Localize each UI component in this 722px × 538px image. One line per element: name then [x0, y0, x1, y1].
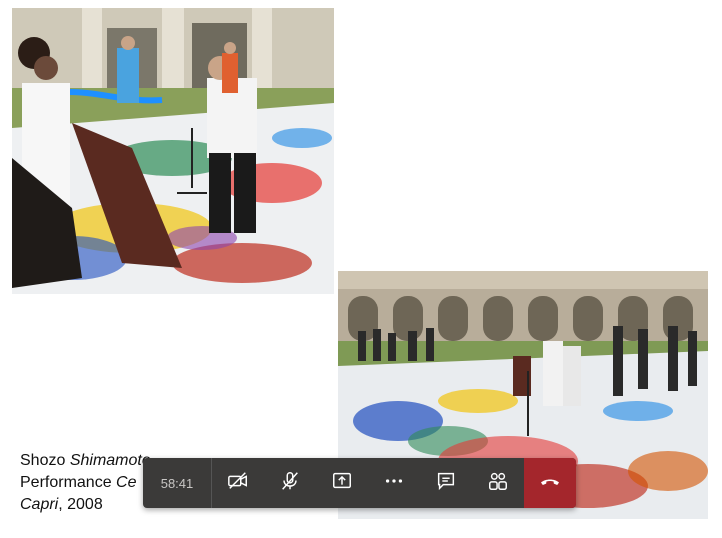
artist-first-name: Shozo	[20, 452, 70, 469]
artist-last-name: Shimamoto	[69, 452, 151, 469]
participants-icon	[487, 470, 509, 497]
camera-off-icon	[227, 470, 249, 497]
more-options-button[interactable]	[368, 458, 420, 508]
chat-button[interactable]	[420, 458, 472, 508]
caption-work-prefix: Performance	[20, 474, 117, 491]
photo-performer-cello	[12, 8, 334, 294]
performance-photo-top	[12, 8, 334, 294]
call-control-bar: 58:41	[143, 458, 576, 508]
caption-work-title: Ce	[116, 474, 137, 491]
chat-icon	[435, 470, 457, 497]
mic-toggle-button[interactable]	[264, 458, 316, 508]
mic-off-icon	[279, 470, 301, 497]
share-screen-button[interactable]	[316, 458, 368, 508]
caption-year: , 2008	[58, 496, 103, 513]
share-screen-icon	[331, 470, 353, 497]
hang-up-button[interactable]	[524, 458, 576, 508]
call-timer: 58:41	[143, 458, 212, 508]
more-options-icon	[383, 470, 405, 497]
camera-toggle-button[interactable]	[212, 458, 264, 508]
participants-button[interactable]	[472, 458, 524, 508]
presentation-slide: Shozo Shimamoto Performance Ce Capri, 20…	[0, 0, 722, 538]
hang-up-icon	[538, 469, 562, 498]
caption-location: Capri	[20, 496, 59, 513]
